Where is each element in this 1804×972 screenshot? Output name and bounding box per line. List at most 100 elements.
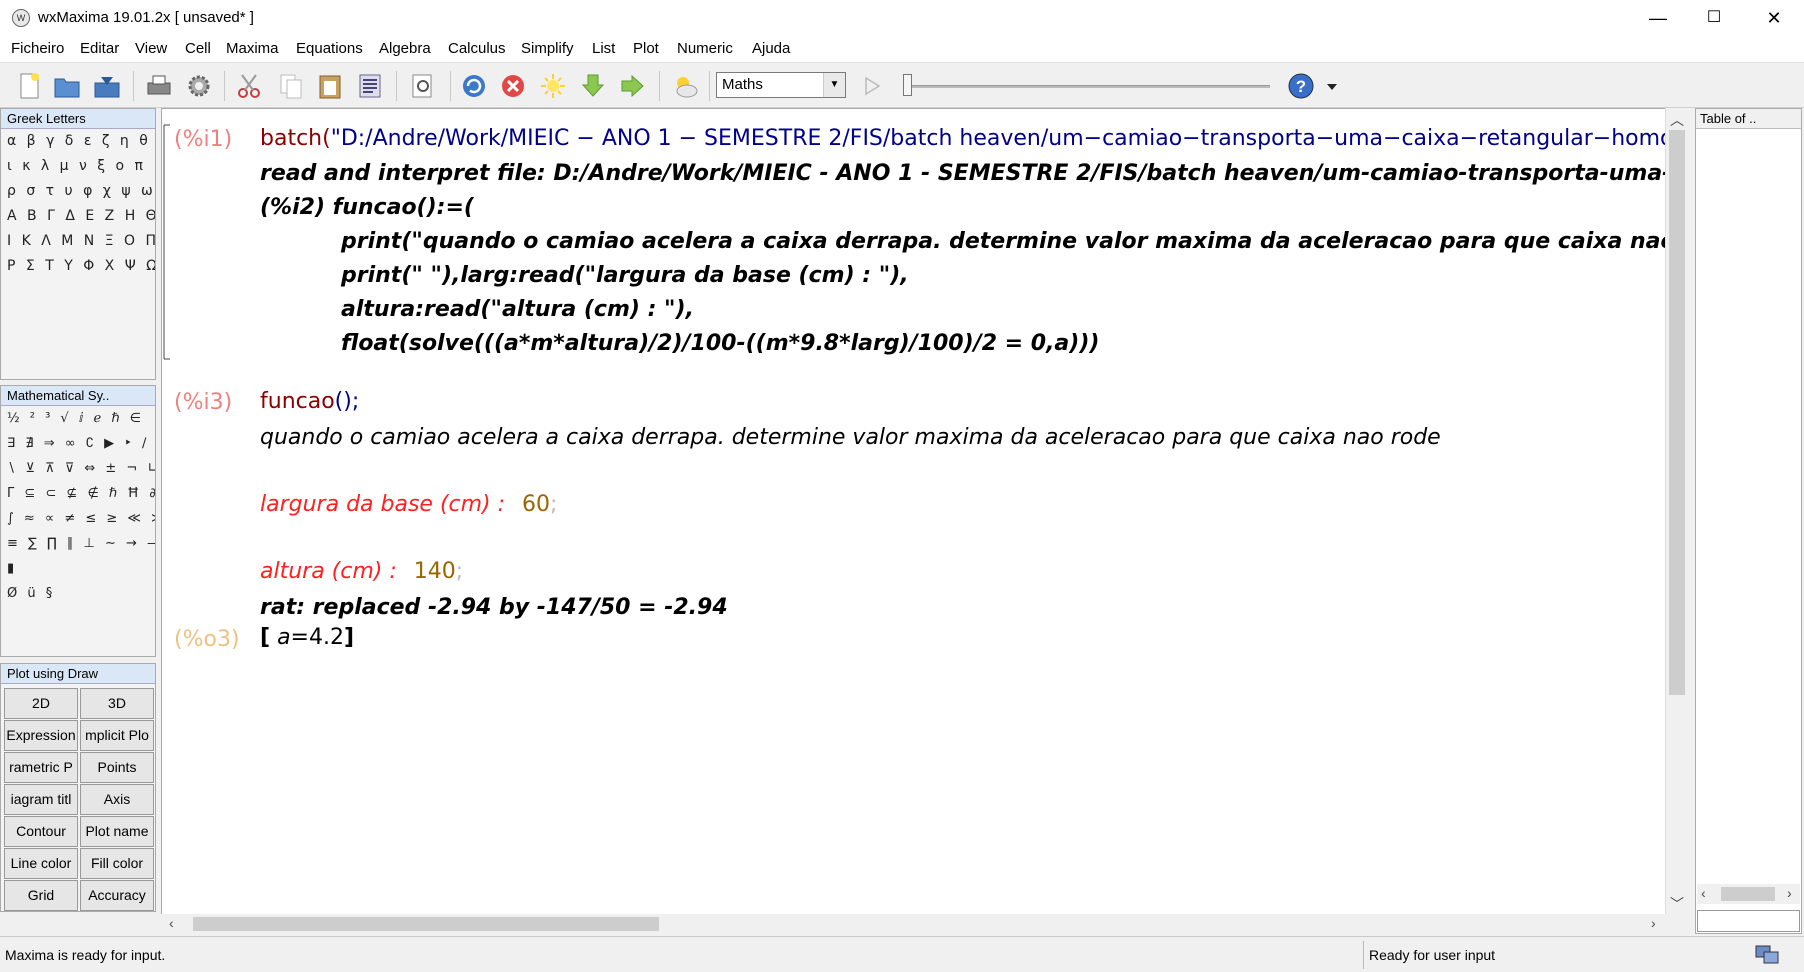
toc-filter-input[interactable]: [1697, 910, 1800, 932]
toolbar-overflow-icon[interactable]: [1324, 71, 1340, 101]
chevron-right-icon[interactable]: ›: [1651, 915, 1656, 931]
mode-select[interactable]: Maths ▼: [716, 72, 846, 98]
draw-axis-button[interactable]: Axis: [80, 784, 154, 815]
menu-calculus[interactable]: Calculus: [448, 40, 506, 57]
toc-horizontal-scrollbar[interactable]: ‹ ›: [1697, 884, 1800, 904]
toolbar-separator: [396, 71, 397, 101]
cell-bracket[interactable]: [162, 123, 172, 363]
batch-output: read and interpret file: D:/Andre/Work/M…: [260, 161, 1667, 186]
draw-2d-button[interactable]: 2D: [4, 688, 78, 719]
draw-accuracy-button[interactable]: Accuracy: [80, 880, 154, 911]
symbol-row[interactable]: ∃ ∄ ⇒ ∞ ∁ ▶ ‣ ∕: [1, 431, 155, 456]
mode-select-value: Maths: [722, 76, 763, 93]
definition-line: (%i2) funcao():=(: [260, 195, 474, 220]
menu-list[interactable]: List: [592, 40, 615, 57]
symbol-row[interactable]: ∖ ⊻ ⊼ ⊽ ⇔ ± ¬ ∟: [1, 456, 155, 481]
play-icon[interactable]: [857, 71, 887, 101]
print-icon[interactable]: [144, 71, 174, 101]
draw-expression-button[interactable]: Expression: [4, 720, 78, 751]
read-prompt-height[interactable]: altura (cm) : 140;: [260, 559, 463, 584]
read-prompt-width[interactable]: largura da base (cm) : 60;: [260, 492, 557, 517]
symbol-row[interactable]: Ø ü §: [1, 581, 155, 606]
menu-ajuda[interactable]: Ajuda: [752, 40, 790, 57]
animation-slider-track: [906, 85, 1270, 88]
toolbar-separator: [133, 71, 134, 101]
greek-panel-title: Greek Letters: [1, 109, 155, 129]
chevron-left-icon[interactable]: ‹: [1701, 885, 1706, 901]
draw-points-button[interactable]: Points: [80, 752, 154, 783]
settings-icon[interactable]: [184, 71, 214, 101]
bracket-open: [: [260, 625, 271, 650]
restart-icon[interactable]: [459, 71, 489, 101]
minimize-button[interactable]: —: [1628, 0, 1688, 36]
close-button[interactable]: ✕: [1744, 0, 1804, 36]
symbol-row[interactable]: ≡ ∑ ∏ ∥ ⊥ ∼ → —: [1, 531, 155, 556]
draw-fill-color-button[interactable]: Fill color: [80, 848, 154, 879]
draw-grid-button[interactable]: Grid: [4, 880, 78, 911]
stop-icon[interactable]: [498, 71, 528, 101]
open-folder-icon[interactable]: [52, 71, 82, 101]
funcao-input[interactable]: funcao();: [260, 389, 359, 414]
draw-implicit-plot-button[interactable]: mplicit Plo: [80, 720, 154, 751]
menu-view[interactable]: View: [135, 40, 167, 57]
draw-contour-button[interactable]: Contour: [4, 816, 78, 847]
greek-row[interactable]: Α Β Γ Δ Ε Ζ Η Θ: [1, 204, 155, 229]
new-file-icon[interactable]: [14, 71, 44, 101]
draw-diagram-title-button[interactable]: iagram titl: [4, 784, 78, 815]
greek-row[interactable]: α β γ δ ε ζ η θ: [1, 129, 155, 154]
evaluate-till-here-icon[interactable]: [618, 71, 648, 101]
definition-line: print(" "),larg:read("largura da base (c…: [341, 263, 909, 288]
status-message: Maxima is ready for input.: [5, 947, 166, 963]
cut-icon[interactable]: [234, 71, 264, 101]
symbol-row[interactable]: ▮: [1, 556, 155, 581]
function-name: funcao: [260, 389, 335, 414]
evaluate-all-icon[interactable]: [578, 71, 608, 101]
symbol-row[interactable]: Γ ⊆ ⊂ ⊈ ∉ ℏ Ħ ∂: [1, 481, 155, 506]
menu-plot[interactable]: Plot: [633, 40, 659, 57]
toolbar-separator: [709, 71, 710, 101]
maximize-button[interactable]: ☐: [1684, 0, 1744, 36]
menu-simplify[interactable]: Simplify: [521, 40, 574, 57]
scroll-thumb[interactable]: [1669, 130, 1685, 695]
paste-icon[interactable]: [315, 71, 345, 101]
help-icon[interactable]: ?: [1286, 71, 1316, 101]
greek-row[interactable]: ρ σ τ υ φ χ ψ ω: [1, 179, 155, 204]
symbol-row[interactable]: ½ ² ³ √ ⅈ ℯ ℏ ∈: [1, 406, 155, 431]
scroll-thumb[interactable]: [1721, 887, 1775, 901]
symbol-row[interactable]: ∫ ≈ ∝ ≠ ≤ ≥ ≪ ≫: [1, 506, 155, 531]
worksheet[interactable]: (%i1) batch("D:/Andre/Work/MIEIC − ANO 1…: [161, 108, 1667, 934]
weather-icon[interactable]: [670, 71, 700, 101]
draw-line-color-button[interactable]: Line color: [4, 848, 78, 879]
menu-numeric[interactable]: Numeric: [677, 40, 733, 57]
chevron-left-icon[interactable]: ‹: [169, 915, 174, 931]
draw-plot-name-button[interactable]: Plot name: [80, 816, 154, 847]
prompt-text: largura da base (cm) :: [260, 492, 506, 517]
evaluate-icon[interactable]: [538, 71, 568, 101]
animation-slider[interactable]: [903, 74, 912, 96]
chevron-up-icon[interactable]: ︿: [1670, 110, 1684, 130]
select-all-icon[interactable]: [355, 71, 385, 101]
greek-row[interactable]: ι κ λ μ ν ξ ο π: [1, 154, 155, 179]
copy-icon[interactable]: [276, 71, 306, 101]
network-status-icon: [1755, 945, 1779, 964]
greek-row[interactable]: Ρ Σ Τ Υ Φ Χ Ψ Ω: [1, 254, 155, 279]
draw-parametric-button[interactable]: rametric P: [4, 752, 78, 783]
worksheet-horizontal-scrollbar[interactable]: ‹ ›: [161, 914, 1667, 934]
batch-input[interactable]: batch("D:/Andre/Work/MIEIC − ANO 1 − SEM…: [260, 126, 1666, 151]
scroll-thumb[interactable]: [193, 917, 659, 931]
find-icon[interactable]: [408, 71, 438, 101]
menu-algebra[interactable]: Algebra: [379, 40, 431, 57]
worksheet-vertical-scrollbar[interactable]: ︿ ﹀: [1665, 108, 1687, 916]
menu-equations[interactable]: Equations: [296, 40, 363, 57]
bracket-close: ]: [343, 625, 355, 650]
greek-row[interactable]: Ι Κ Λ Μ Ν Ξ Ο Π: [1, 229, 155, 254]
semicolon: ;: [455, 559, 464, 584]
draw-3d-button[interactable]: 3D: [80, 688, 154, 719]
chevron-down-icon[interactable]: ﹀: [1670, 894, 1684, 914]
menu-editar[interactable]: Editar: [80, 40, 119, 57]
menu-cell[interactable]: Cell: [185, 40, 211, 57]
menu-maxima[interactable]: Maxima: [226, 40, 279, 57]
save-icon[interactable]: [92, 71, 122, 101]
chevron-right-icon[interactable]: ›: [1787, 885, 1792, 901]
menu-ficheiro[interactable]: Ficheiro: [11, 40, 64, 57]
